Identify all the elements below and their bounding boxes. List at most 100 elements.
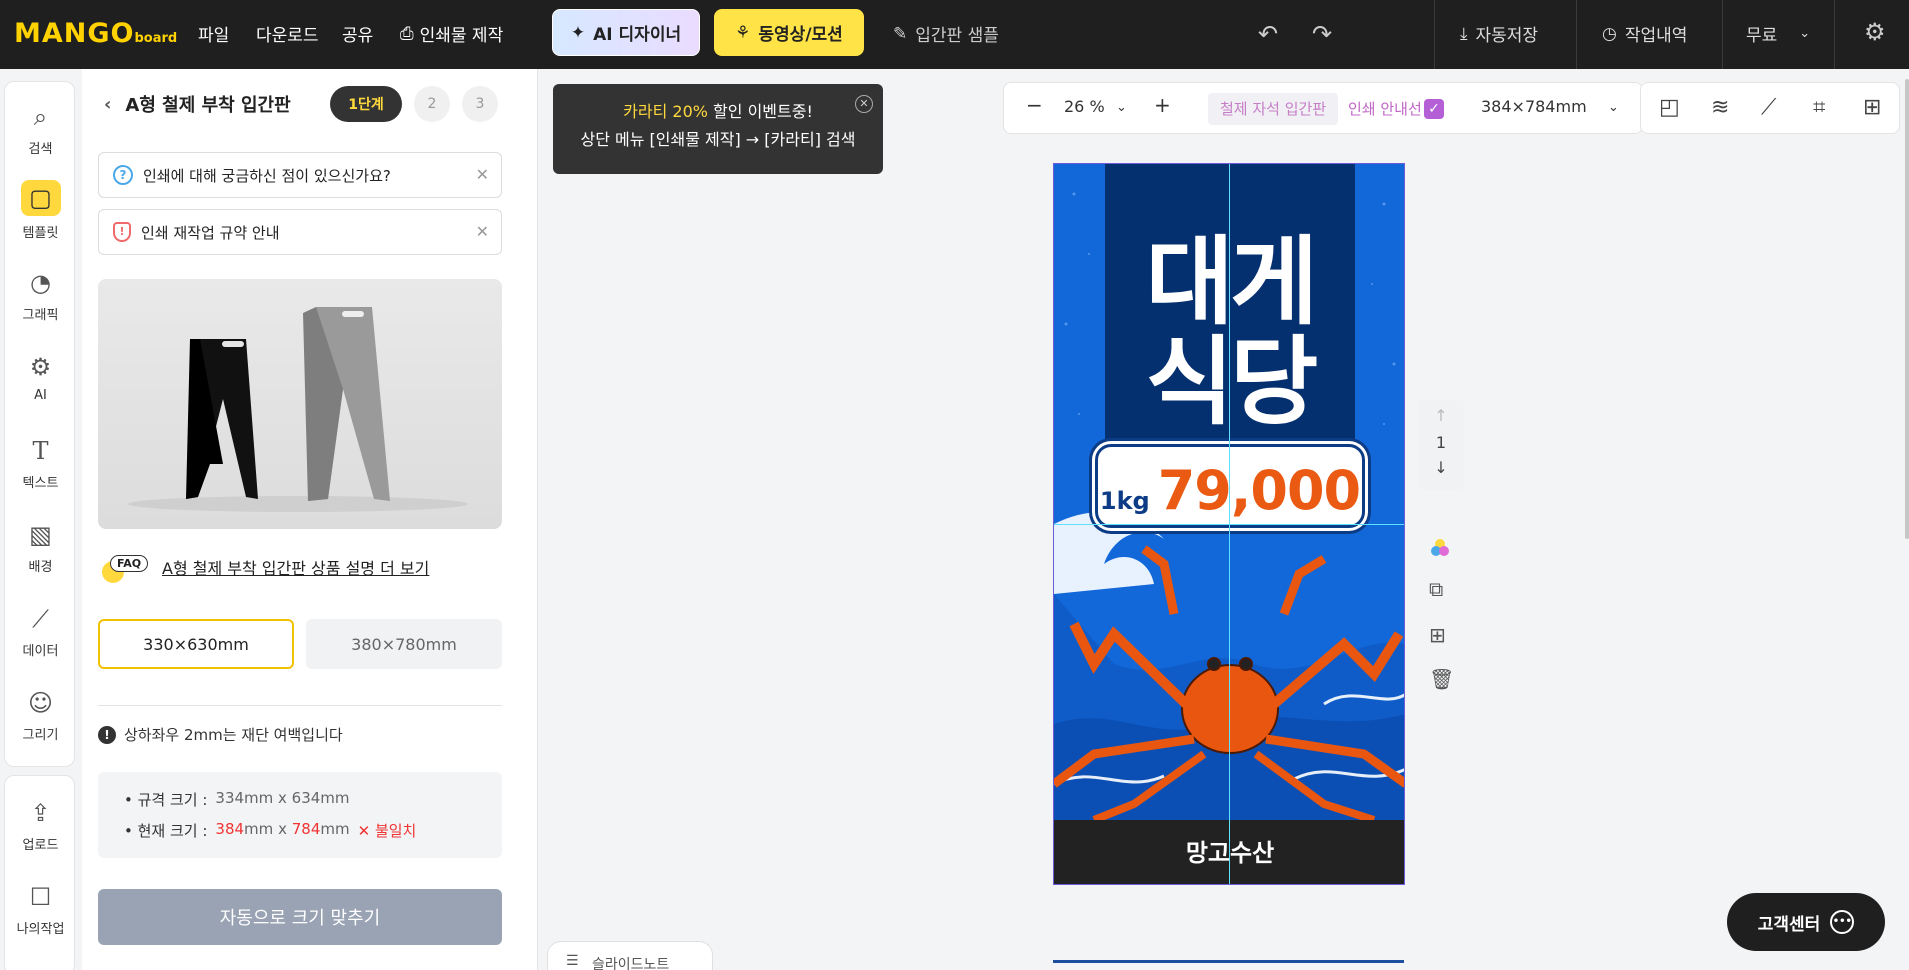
- frame-icon[interactable]: ⌗: [1813, 95, 1825, 120]
- ruler-icon[interactable]: ⟋: [1761, 95, 1776, 120]
- autosave-button[interactable]: ⤓ 자동저장: [1460, 21, 1538, 47]
- size-option-330x630[interactable]: 330×630mm: [98, 619, 294, 669]
- rail-item-template[interactable]: ▢ 템플릿: [5, 180, 76, 241]
- arrow-down-icon[interactable]: ↓: [1418, 458, 1464, 477]
- slide-notes-tab[interactable]: ☰ 슬라이드노트: [547, 941, 713, 970]
- my-work-icon: ☐: [29, 883, 52, 911]
- rail-item-graphic[interactable]: ◔ 그래픽: [5, 268, 76, 323]
- rework-policy-notice[interactable]: ! 인쇄 재작업 규약 안내 ✕: [98, 209, 502, 255]
- arrow-up-icon[interactable]: ↑: [1418, 406, 1464, 425]
- rail-item-text[interactable]: T 텍스트: [5, 436, 76, 491]
- step-2[interactable]: 2: [414, 86, 450, 122]
- step-1[interactable]: 1단계: [330, 86, 402, 122]
- history-label: 작업내역: [1624, 26, 1688, 46]
- price-unit: 1kg: [1099, 487, 1150, 515]
- rail-item-ai[interactable]: ⚙ AI: [5, 352, 76, 403]
- plan-dropdown[interactable]: 무료 ⌄: [1746, 21, 1810, 46]
- add-page-icon[interactable]: ⊞: [1429, 623, 1446, 647]
- close-icon[interactable]: ✕: [476, 222, 489, 241]
- size-option-380x780[interactable]: 380×780mm: [306, 619, 502, 669]
- rail-item-draw[interactable]: ☺ 그리기: [5, 688, 76, 743]
- promo-tooltip: 카라티 20% 할인 이벤트중! 상단 메뉴 [인쇄물 제작] → [카라티] …: [553, 84, 883, 174]
- product-chip[interactable]: 철제 자석 입간판: [1208, 93, 1339, 125]
- back-arrow-icon[interactable]: ‹: [104, 94, 111, 115]
- menu-file[interactable]: 파일: [198, 21, 229, 46]
- redo-icon[interactable]: ↷: [1312, 20, 1332, 48]
- separator: [1576, 0, 1577, 69]
- page-size[interactable]: 384×784mm: [1481, 97, 1587, 116]
- chevron-down-icon[interactable]: ⌄: [1608, 100, 1619, 115]
- print-faq-notice[interactable]: ? 인쇄에 대해 궁금하신 점이 있으신가요? ✕: [98, 152, 502, 198]
- zoom-in-button[interactable]: +: [1154, 93, 1171, 117]
- chart-icon: ⟋: [32, 605, 49, 633]
- product-info-link[interactable]: A형 철제 부착 입간판 상품 설명 더 보기: [162, 555, 429, 579]
- layers-icon[interactable]: ≋: [1711, 95, 1729, 120]
- zoom-toolbar: − 26 % ⌄ + 철제 자석 입간판 인쇄 안내선 ✓ 384×784mm …: [1003, 82, 1643, 134]
- close-icon[interactable]: ✕: [855, 95, 873, 113]
- close-icon[interactable]: ✕: [476, 165, 489, 184]
- notes-icon: ☰: [566, 953, 579, 969]
- sample-icon: ✎: [893, 23, 908, 44]
- video-motion-button[interactable]: ⚘ 동영상/모션: [714, 9, 864, 56]
- rail-item-upload[interactable]: ⇪ 업로드: [5, 798, 76, 853]
- canvas-area[interactable]: 카라티 20% 할인 이벤트중! 상단 메뉴 [인쇄물 제작] → [카라티] …: [539, 69, 1909, 970]
- upload-icon: ⇪: [30, 799, 51, 827]
- rail-item-data[interactable]: ⟋ 데이터: [5, 604, 76, 659]
- search-icon: ⌕: [33, 103, 48, 131]
- grid-icon[interactable]: ⊞: [1863, 95, 1881, 120]
- printer-icon: ⎙: [400, 23, 414, 44]
- support-button[interactable]: 고객센터 •••: [1727, 893, 1885, 951]
- promo-line-1: 카라티 20% 할인 이벤트중!: [623, 102, 813, 121]
- current-size-value: 384mm x 784mm: [215, 820, 350, 838]
- app-logo[interactable]: MANGOboard: [14, 18, 177, 49]
- page-controls: ↑ 1 ↓: [1418, 400, 1464, 490]
- duplicate-icon[interactable]: ⧉: [1429, 577, 1443, 601]
- sample-button[interactable]: ✎ 입간판 샘플: [893, 21, 999, 47]
- magic-wand-icon: ✦: [570, 22, 586, 43]
- rail-item-label: 그래픽: [22, 308, 59, 323]
- panel-title: A형 철제 부착 입간판: [125, 95, 291, 116]
- undo-icon[interactable]: ↶: [1258, 20, 1278, 48]
- separator: [1834, 0, 1835, 69]
- gear-icon[interactable]: ⚙: [1864, 18, 1886, 46]
- info-icon: !: [98, 725, 116, 744]
- divider: [98, 705, 502, 706]
- history-icon: ◷: [1602, 23, 1617, 44]
- rail-item-label: 나의작업: [16, 922, 65, 937]
- top-bar: MANGOboard 파일 다운로드 공유 ⎙ 인쇄물 제작 ✦ AI 디자이너…: [0, 0, 1909, 69]
- rail-item-label: 검색: [28, 142, 53, 157]
- rail-item-label: 업로드: [22, 838, 59, 853]
- next-page-edge: [1053, 960, 1404, 963]
- step-3[interactable]: 3: [462, 86, 498, 122]
- zoom-level[interactable]: 26 %: [1064, 97, 1105, 116]
- rail-item-my-work[interactable]: ☐ 나의작업: [5, 882, 76, 937]
- vertical-scrollbar[interactable]: [1905, 79, 1909, 539]
- color-palette-icon[interactable]: [1429, 537, 1451, 564]
- zoom-out-button[interactable]: −: [1026, 93, 1043, 117]
- graphic-icon: ◔: [30, 269, 51, 297]
- tool-rail-bottom: ⇪ 업로드 ☐ 나의작업: [4, 775, 75, 970]
- motion-icon: ⚘: [735, 22, 751, 43]
- text-icon: T: [32, 437, 49, 465]
- menu-download[interactable]: 다운로드: [256, 21, 319, 46]
- price-box[interactable]: 1kg 79,000: [1095, 444, 1365, 528]
- rail-item-search[interactable]: ⌕ 검색: [5, 102, 76, 157]
- sticker-icon[interactable]: ◰: [1659, 95, 1680, 120]
- chevron-down-icon[interactable]: ⌄: [1116, 100, 1127, 115]
- print-guide-checkbox[interactable]: ✓: [1424, 99, 1444, 119]
- faq-row: FAQ A형 철제 부착 입간판 상품 설명 더 보기: [102, 555, 429, 583]
- support-label: 고객센터: [1757, 914, 1821, 935]
- auto-fit-button[interactable]: 자동으로 크기 맞추기: [98, 889, 502, 945]
- menu-print[interactable]: ⎙ 인쇄물 제작: [400, 21, 503, 47]
- rail-item-label: 템플릿: [22, 226, 59, 241]
- rail-item-background[interactable]: ▧ 배경: [5, 520, 76, 575]
- ai-chip-icon: ⚙: [29, 353, 52, 381]
- ai-designer-button[interactable]: ✦ AI 디자이너: [552, 9, 700, 56]
- history-button[interactable]: ◷ 작업내역: [1602, 21, 1688, 47]
- poster-canvas[interactable]: 대게 식당 1kg 79,000 망고수산: [1053, 163, 1405, 885]
- rail-item-label: 배경: [28, 560, 53, 575]
- spec-size-value: 334mm x 634mm: [215, 789, 350, 807]
- menu-share[interactable]: 공유: [342, 21, 373, 46]
- rail-item-label: 그리기: [22, 728, 59, 743]
- trash-icon[interactable]: 🗑: [1429, 667, 1454, 691]
